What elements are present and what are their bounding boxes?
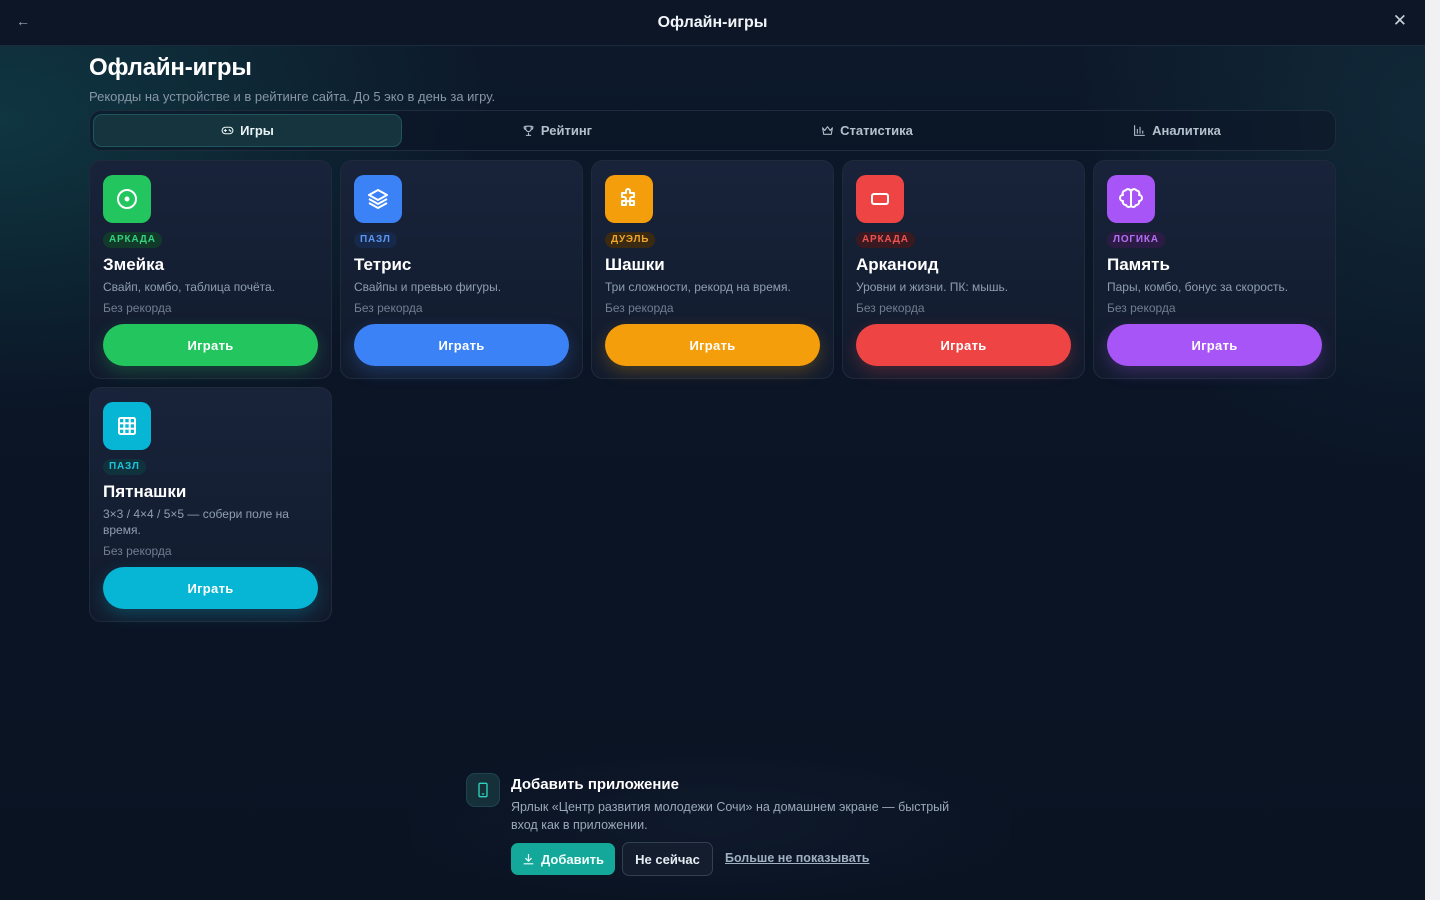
game-description: Пары, комбо, бонус за скорость. — [1107, 280, 1289, 294]
game-icon-box — [605, 175, 653, 223]
game-icon-box — [354, 175, 402, 223]
game-description: Свайпы и превью фигуры. — [354, 280, 502, 294]
game-record: Без рекорда — [605, 301, 674, 315]
game-record: Без рекорда — [354, 301, 423, 315]
game-tag: АРКАДА — [856, 232, 915, 248]
play-button[interactable]: Играть — [856, 324, 1071, 366]
brain-icon — [1119, 188, 1143, 208]
game-card-tetris: ПАЗЛ Тетрис Свайпы и превью фигуры. Без … — [340, 160, 583, 379]
close-icon[interactable]: ✕ — [1393, 11, 1407, 31]
game-icon-box — [103, 175, 151, 223]
game-record: Без рекорда — [1107, 301, 1176, 315]
tab-bar: Игры Рейтинг Статистика Аналитика — [89, 110, 1336, 151]
game-tag: АРКАДА — [103, 232, 162, 248]
tab-games[interactable]: Игры — [93, 114, 402, 147]
game-name: Шашки — [605, 255, 665, 274]
tab-label: Аналитика — [1152, 123, 1221, 138]
back-arrow-icon[interactable]: ← — [16, 13, 30, 29]
tab-statistics[interactable]: Статистика — [712, 114, 1022, 147]
game-tag: ПАЗЛ — [354, 232, 397, 248]
play-button[interactable]: Играть — [103, 324, 318, 366]
game-description: Свайп, комбо, таблица почёта. — [103, 280, 275, 294]
bar-chart-icon — [1134, 125, 1145, 136]
game-icon-box — [1107, 175, 1155, 223]
game-record: Без рекорда — [103, 301, 172, 315]
game-icon-box — [103, 402, 151, 450]
add-app-button[interactable]: Добавить — [511, 843, 615, 875]
layers-icon — [368, 189, 388, 209]
game-record: Без рекорда — [856, 301, 925, 315]
game-icon-box — [856, 175, 904, 223]
tab-label: Игры — [240, 123, 274, 138]
game-description: 3×3 / 4×4 / 5×5 — собери поле на время. — [103, 507, 289, 537]
not-now-button[interactable]: Не сейчас — [622, 842, 713, 876]
game-tag: ЛОГИКА — [1107, 232, 1165, 248]
game-name: Пятнашки — [103, 482, 187, 501]
rectangle-icon — [871, 193, 889, 205]
crown-icon — [822, 126, 834, 135]
banner-title: Добавить приложение — [511, 776, 679, 793]
target-icon — [117, 189, 137, 209]
page-subtitle: Рекорды на устройстве и в рейтинге сайта… — [89, 89, 496, 104]
game-card-snake: АРКАДА Змейка Свайп, комбо, таблица почё… — [89, 160, 332, 379]
game-name: Змейка — [103, 255, 165, 274]
game-record: Без рекорда — [103, 544, 172, 558]
tab-rating[interactable]: Рейтинг — [402, 114, 712, 147]
play-button[interactable]: Играть — [605, 324, 820, 366]
game-name: Память — [1107, 255, 1170, 274]
dont-show-again-link[interactable]: Больше не показывать — [725, 851, 869, 865]
trophy-icon — [523, 125, 534, 136]
game-tag: ПАЗЛ — [103, 459, 146, 475]
tab-analytics[interactable]: Аналитика — [1022, 114, 1332, 147]
play-button[interactable]: Играть — [354, 324, 569, 366]
puzzle-icon — [621, 188, 635, 206]
game-card-arkanoid: АРКАДА Арканоид Уровни и жизни. ПК: мышь… — [842, 160, 1085, 379]
game-card-memory: ЛОГИКА Память Пары, комбо, бонус за скор… — [1093, 160, 1336, 379]
grid-icon — [118, 417, 136, 435]
game-tag: ДУЭЛЬ — [605, 232, 656, 248]
game-name: Арканоид — [856, 255, 939, 274]
page-title: Офлайн-игры — [89, 54, 252, 81]
game-description: Три сложности, рекорд на время. — [605, 280, 791, 294]
install-app-banner: Добавить приложение Ярлык «Центр развити… — [410, 745, 1010, 900]
download-icon — [523, 853, 534, 864]
top-bar: ← Офлайн-игры ✕ — [0, 0, 1425, 46]
game-card-fifteen: ПАЗЛ Пятнашки 3×3 / 4×4 / 5×5 — собери п… — [89, 387, 332, 622]
page-header: Офлайн-игры Рекорды на устройстве и в ре… — [89, 54, 495, 104]
scrollbar[interactable] — [1425, 0, 1440, 900]
smartphone-icon — [478, 782, 488, 798]
play-button[interactable]: Играть — [103, 567, 318, 609]
game-card-checkers: ДУЭЛЬ Шашки Три сложности, рекорд на вре… — [591, 160, 834, 379]
window-title: Офлайн-игры — [657, 13, 768, 31]
smartphone-icon-box — [466, 773, 500, 807]
play-button[interactable]: Играть — [1107, 324, 1322, 366]
tab-label: Статистика — [840, 123, 913, 138]
add-app-label: Добавить — [541, 851, 604, 867]
game-name: Тетрис — [354, 255, 412, 274]
tab-label: Рейтинг — [540, 123, 593, 138]
gamepad-icon — [221, 126, 234, 135]
banner-text: Ярлык «Центр развития молодежи Сочи» на … — [511, 800, 950, 832]
game-description: Уровни и жизни. ПК: мышь. — [856, 280, 1009, 294]
